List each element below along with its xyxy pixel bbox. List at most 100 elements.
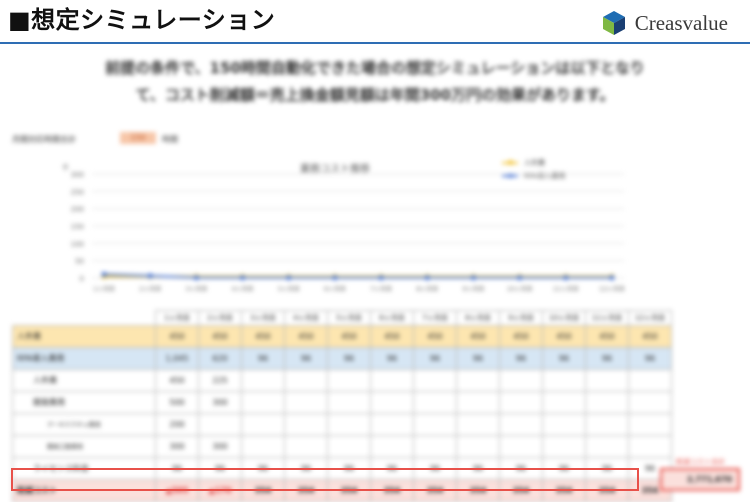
table-cell	[499, 413, 543, 436]
table-cell: 96	[542, 457, 586, 480]
table-cell: 96	[284, 347, 328, 370]
series-2-point	[239, 275, 246, 281]
header-rule	[0, 42, 750, 44]
x-tick-label: 9ヶ月目	[463, 286, 485, 293]
intro-line-2: て、コスト削減額＝売上換金額見額は年間300万円の効果があります。	[135, 86, 615, 104]
table-cell	[370, 435, 414, 458]
table-cell: 620	[198, 347, 242, 370]
x-tick-label: 8ヶ月目	[416, 286, 438, 293]
table-cell: 354	[370, 479, 414, 502]
month-header: 11ヶ月目	[585, 310, 629, 326]
table-row: 人件費 450 450 450 450 450 450 450 450 450 450 450 450	[12, 325, 672, 348]
table-cell: ▲595	[155, 479, 199, 502]
table-cell: 96	[585, 347, 629, 370]
x-tick-label: 3ヶ月目	[185, 286, 207, 293]
table-cell: 96	[370, 347, 414, 370]
table-cell	[327, 435, 371, 458]
table-cell	[585, 413, 629, 436]
table-cell	[542, 435, 586, 458]
table-cell: 96	[456, 457, 500, 480]
row-label: ライセンス料金	[12, 457, 156, 480]
table-cell	[370, 369, 414, 392]
table-cell: 450	[413, 325, 457, 348]
y-tick-label: 50	[75, 258, 84, 266]
table-cell: 450	[628, 325, 672, 348]
table-cell: 1,045	[155, 347, 199, 370]
table-cell: 354	[585, 479, 629, 502]
page-header: ■想定シミュレーション Creasvalue	[0, 0, 750, 44]
table-cell	[542, 413, 586, 436]
row-label: アーキテクチャ費用	[12, 413, 156, 436]
table-cell	[241, 413, 285, 436]
table-cell	[327, 391, 371, 414]
table-cell: 96	[155, 457, 199, 480]
table-cell: 96	[413, 347, 457, 370]
x-tick-label: 10ヶ月目	[507, 286, 533, 293]
chart-plot-area: 千 0 50 100 150 200 250 300 1ヶ月目 2ヶ月目 3ヶ月目 4ヶ月目 5ヶ月目 6…	[62, 163, 625, 293]
x-tick-label: 1ヶ月目	[93, 286, 115, 293]
month-header: 4ヶ月目	[284, 310, 328, 326]
table-corner	[13, 311, 156, 326]
x-tick-label: 12ヶ月目	[599, 286, 625, 293]
y-tick-label: 300	[71, 171, 84, 179]
table-cell	[585, 369, 629, 392]
table-cell	[413, 435, 457, 458]
table-cell: ▲170	[198, 479, 242, 502]
table-cell: 450	[585, 325, 629, 348]
month-header: 9ヶ月目	[499, 310, 543, 326]
table-cell: 96	[241, 457, 285, 480]
y-tick-label: 250	[71, 188, 84, 196]
table-cell: 450	[542, 325, 586, 348]
row-label: RPA導入費用	[12, 347, 156, 370]
table-cell: 200	[155, 413, 199, 436]
month-header: 10ヶ月目	[542, 310, 586, 326]
table-cell	[542, 369, 586, 392]
table-row: 開発費用 500 300	[12, 391, 672, 414]
table-cell: 96	[499, 347, 543, 370]
table-cell: 96	[585, 457, 629, 480]
y-tick-label: 0	[80, 275, 84, 283]
sum-label: 削減コスト合計	[676, 458, 725, 466]
table-cell	[284, 413, 328, 436]
month-header: 8ヶ月目	[456, 310, 500, 326]
table-header-row: 1ヶ月目 2ヶ月目 3ヶ月目 4ヶ月目 5ヶ月目 6ヶ月目 7ヶ月目 8ヶ月目 9ヶ月目 10ヶ月…	[13, 310, 672, 326]
table-cell: 96	[241, 347, 285, 370]
y-tick-label: 200	[71, 206, 84, 214]
series-2-point	[609, 275, 615, 281]
table-cell	[370, 413, 414, 436]
table-row: 開発工数費用 300 300	[12, 435, 672, 458]
table-cell	[628, 413, 672, 436]
table-cell	[413, 391, 457, 414]
table-cell: 450	[284, 325, 328, 348]
table-cell: 354	[327, 479, 371, 502]
table-row: アーキテクチャ費用 200	[12, 413, 672, 436]
x-tick-label: 5ヶ月目	[278, 286, 300, 293]
table-cell: 450	[456, 325, 500, 348]
table-cell	[284, 369, 328, 392]
row-label: 開発費用	[12, 391, 156, 414]
table-cell: 225	[198, 369, 242, 392]
month-header: 2ヶ月目	[198, 310, 242, 326]
series-2-point	[332, 275, 338, 281]
series-2-point	[286, 275, 292, 281]
table-cell	[241, 369, 285, 392]
y-tick-label: 100	[71, 240, 84, 248]
table-cell	[413, 369, 457, 392]
table-cell	[542, 391, 586, 414]
page-title: ■想定シミュレーション	[8, 6, 276, 34]
x-tick-label: 11ヶ月目	[553, 286, 579, 293]
series-2-point	[101, 271, 107, 277]
table-cell: 96	[284, 457, 328, 480]
month-header: 3ヶ月目	[241, 310, 285, 326]
row-label: 人件費	[12, 369, 156, 392]
table-cell: 450	[499, 325, 543, 348]
table-cell	[585, 391, 629, 414]
creasvalue-logo-icon	[602, 11, 625, 35]
series-2-point	[424, 275, 430, 281]
row-label: 削減コスト	[12, 479, 156, 502]
table-cell: 354	[456, 479, 500, 502]
y-axis-unit: 千	[62, 163, 69, 172]
table-cell	[628, 369, 672, 392]
table-cell: 96	[456, 347, 500, 370]
series-2-point	[378, 275, 384, 281]
